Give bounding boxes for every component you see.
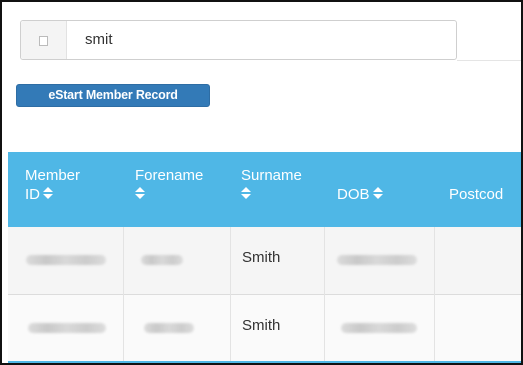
cell-surname: Smith — [231, 295, 325, 363]
column-header-label: Member — [25, 167, 81, 184]
redacted-text — [26, 255, 106, 265]
column-header-label: Postcod — [449, 186, 504, 203]
sort-icon — [43, 187, 53, 201]
cell-member-id — [8, 295, 124, 363]
cell-member-id — [8, 227, 124, 295]
cell-dob — [325, 227, 435, 295]
square-outline-icon — [39, 36, 48, 46]
cell-postcode — [435, 227, 521, 295]
cell-postcode — [435, 295, 521, 363]
search-addon — [21, 21, 67, 59]
table-row[interactable]: Smith — [8, 227, 521, 295]
column-header-surname[interactable]: Surname — [241, 166, 302, 204]
table-bottom-bar — [8, 361, 521, 363]
cell-forename — [124, 295, 231, 363]
column-header-label: Surname — [241, 167, 302, 184]
cell-surname: Smith — [231, 227, 325, 295]
column-header-label: ID — [25, 186, 40, 203]
surname-text: Smith — [242, 249, 281, 266]
redacted-text — [141, 255, 183, 265]
column-header-dob[interactable]: DOB — [337, 166, 383, 204]
table-row[interactable]: Smith — [8, 295, 521, 363]
search-input[interactable]: smit — [20, 20, 457, 60]
redacted-text — [144, 323, 194, 333]
sort-icon — [372, 187, 383, 201]
redacted-text — [337, 255, 417, 265]
column-header-label: Forename — [135, 167, 204, 184]
sort-icon — [241, 187, 251, 201]
column-header-member-id[interactable]: Member ID — [25, 166, 80, 204]
search-value: smit — [85, 31, 113, 48]
redacted-text — [28, 323, 106, 333]
surname-text: Smith — [242, 317, 281, 334]
column-header-forename[interactable]: Forename — [135, 166, 203, 204]
sort-icon — [135, 187, 145, 201]
divider — [457, 60, 521, 61]
redacted-text — [341, 323, 417, 333]
table-left-gutter — [2, 152, 8, 363]
app-frame: smit eStart Member Record Member ID Fore… — [0, 0, 523, 365]
table-header: Member ID Forename Surname DOB Postcod — [8, 152, 521, 227]
column-header-label: DOB — [337, 186, 370, 203]
members-table: Member ID Forename Surname DOB Postcod S… — [8, 152, 521, 363]
estart-member-record-button[interactable]: eStart Member Record — [16, 84, 210, 107]
cell-forename — [124, 227, 231, 295]
column-header-postcode[interactable]: Postcod — [449, 166, 503, 204]
cell-dob — [325, 295, 435, 363]
